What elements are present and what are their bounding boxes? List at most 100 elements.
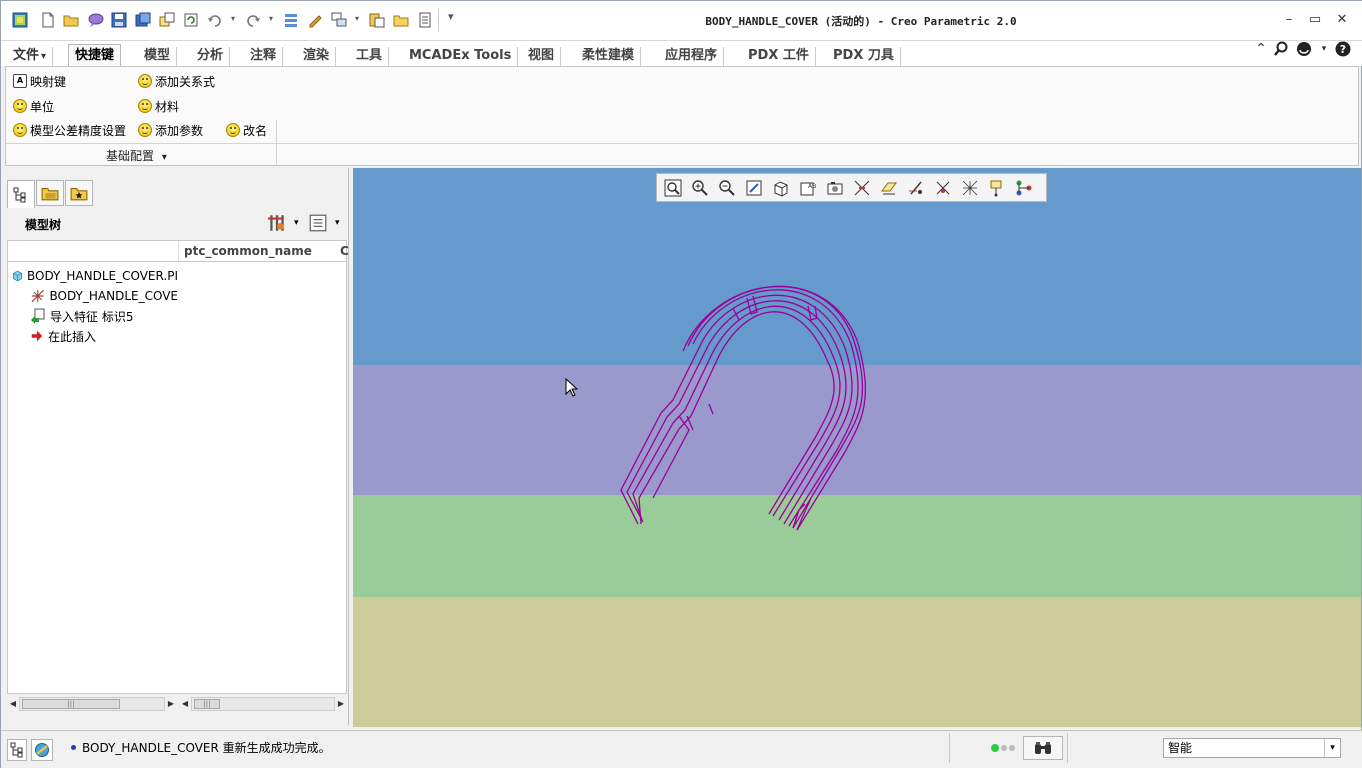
- tree-settings-dropdown-icon[interactable]: ▾: [294, 218, 299, 228]
- tree-row-csys[interactable]: BODY_HANDLE_COVE: [30, 287, 178, 305]
- mapkeys-button[interactable]: A 映射键: [13, 72, 66, 90]
- green-light-icon: [991, 744, 999, 752]
- csys-display-icon[interactable]: [958, 177, 982, 199]
- axis-display-icon[interactable]: [904, 177, 928, 199]
- scroll-right-arrow[interactable]: ▶: [165, 697, 177, 711]
- material-button[interactable]: 材料: [138, 97, 179, 115]
- tree-row-label: BODY_HANDLE_COVER.PI: [26, 269, 178, 283]
- rename-button[interactable]: 改名: [226, 121, 267, 139]
- community-dropdown-icon[interactable]: ▾: [1315, 44, 1333, 62]
- save-icon[interactable]: [110, 11, 128, 29]
- toggle-browser-icon[interactable]: [31, 739, 53, 761]
- plane-display-icon[interactable]: [877, 177, 901, 199]
- qa-separator: [438, 9, 439, 31]
- paste-icon[interactable]: [368, 11, 386, 29]
- add-parameter-button[interactable]: 添加参数: [138, 121, 203, 139]
- new-file-icon[interactable]: [39, 11, 57, 29]
- tab-model[interactable]: 模型: [138, 47, 178, 66]
- tab-analysis[interactable]: 分析: [191, 47, 231, 66]
- redo-dropdown-icon[interactable]: ▾: [269, 15, 277, 23]
- spin-center-icon[interactable]: [1012, 177, 1036, 199]
- redo-icon[interactable]: [244, 11, 262, 29]
- minimize-button[interactable]: –: [1279, 12, 1299, 28]
- customize-quick-access-icon[interactable]: ▾: [448, 11, 456, 22]
- tab-tools[interactable]: 工具: [350, 47, 390, 66]
- maximize-button[interactable]: ▭: [1305, 12, 1325, 28]
- tab-flexible-modeling[interactable]: 柔性建模: [576, 47, 642, 66]
- datum-display-icon[interactable]: [850, 177, 874, 199]
- show-dropdown-icon[interactable]: ▾: [335, 218, 340, 228]
- tab-favorites[interactable]: [65, 180, 93, 206]
- handle-cover-wireframe[interactable]: [353, 168, 1361, 727]
- folder-icon[interactable]: [392, 11, 410, 29]
- toggle-navigator-icon[interactable]: [7, 739, 27, 761]
- display-style-icon[interactable]: [769, 177, 793, 199]
- regenerate-icon[interactable]: [182, 11, 200, 29]
- help-icon[interactable]: ?: [1334, 41, 1352, 59]
- selection-filter-select[interactable]: 智能 ▾: [1163, 738, 1341, 758]
- community-icon[interactable]: [1295, 41, 1313, 59]
- windows-dropdown-icon[interactable]: ▾: [355, 15, 363, 23]
- model-tolerance-button[interactable]: 模型公差精度设置: [13, 121, 126, 139]
- zoom-out-icon[interactable]: [715, 177, 739, 199]
- tab-file[interactable]: 文件 ▾: [7, 47, 54, 66]
- group-basic-config[interactable]: 基础配置 ▾: [106, 147, 167, 164]
- undo-icon[interactable]: [206, 11, 224, 29]
- show-filters-icon[interactable]: [308, 213, 330, 235]
- view-manager-icon[interactable]: [11, 11, 29, 29]
- windows-icon[interactable]: [330, 11, 348, 29]
- title-bar: ▾ ▾ ▾ ▾ BODY_HANDLE_COVER (活动的) - Creo P…: [1, 1, 1362, 41]
- tree-column-header: ptc_common_name C: [7, 240, 349, 262]
- refit-icon[interactable]: [661, 177, 685, 199]
- message-icon[interactable]: [87, 11, 105, 29]
- scroll-thumb[interactable]: |||: [194, 699, 220, 709]
- tab-pdx-tool[interactable]: PDX 刀具: [827, 47, 901, 66]
- collapse-ribbon-icon[interactable]: ⌃: [1252, 41, 1270, 59]
- tab-file-label: 文件: [13, 48, 40, 63]
- column-ptc-common-name[interactable]: ptc_common_name: [184, 244, 312, 258]
- paint-icon[interactable]: [306, 11, 324, 29]
- scroll-right-arrow[interactable]: ▶: [335, 697, 347, 711]
- tree-row-part[interactable]: BODY_HANDLE_COVER.PI: [12, 267, 178, 285]
- zoom-in-icon[interactable]: [688, 177, 712, 199]
- tree-row-insert-here[interactable]: 在此插入: [30, 327, 178, 345]
- doc-icon[interactable]: [416, 11, 434, 29]
- search-icon[interactable]: [1272, 41, 1290, 59]
- close-button[interactable]: ✕: [1332, 12, 1352, 28]
- tab-pdx-workpiece[interactable]: PDX 工件: [742, 47, 816, 66]
- save-as-icon[interactable]: [134, 11, 152, 29]
- tree-row-import-feature[interactable]: 导入特征 标识5: [30, 307, 178, 325]
- sort-icon[interactable]: [282, 11, 300, 29]
- scroll-track-left[interactable]: |||: [19, 697, 165, 711]
- graphics-window[interactable]: AB: [353, 168, 1361, 727]
- saved-orientations-icon[interactable]: AB: [796, 177, 820, 199]
- tab-render[interactable]: 渲染: [297, 47, 337, 66]
- tree-settings-icon[interactable]: [267, 213, 291, 235]
- scroll-thumb[interactable]: |||: [22, 699, 120, 709]
- smiley-icon: [138, 123, 152, 137]
- annotation-display-icon[interactable]: [985, 177, 1009, 199]
- tab-shortcuts[interactable]: 快捷键: [68, 44, 122, 67]
- point-display-icon[interactable]: [931, 177, 955, 199]
- scroll-left-arrow[interactable]: ◀: [179, 697, 191, 711]
- tab-model-tree[interactable]: [7, 180, 35, 208]
- add-relations-button[interactable]: 添加关系式: [138, 72, 215, 90]
- gray-light-icon: [1001, 745, 1007, 751]
- column-c[interactable]: C: [340, 244, 349, 258]
- open-file-icon[interactable]: [62, 11, 80, 29]
- copy-icon[interactable]: [158, 11, 176, 29]
- tab-folder-browser[interactable]: [36, 180, 64, 206]
- units-button[interactable]: 单位: [13, 97, 54, 115]
- find-button[interactable]: [1023, 736, 1063, 760]
- tab-mcadex-tools[interactable]: MCADEx Tools: [403, 47, 519, 66]
- import-feature-icon: [31, 308, 45, 324]
- tab-applications[interactable]: 应用程序: [659, 47, 725, 66]
- repaint-icon[interactable]: [742, 177, 766, 199]
- undo-dropdown-icon[interactable]: ▾: [231, 15, 239, 23]
- scroll-track-right[interactable]: |||: [191, 697, 335, 711]
- tab-view[interactable]: 视图: [522, 47, 562, 66]
- tree-horizontal-scrollbars: ◀ ||| ▶ ◀ ||| ▶: [7, 695, 347, 713]
- tab-annotate[interactable]: 注释: [244, 47, 284, 66]
- view-manager-icon[interactable]: [823, 177, 847, 199]
- scroll-left-arrow[interactable]: ◀: [7, 697, 19, 711]
